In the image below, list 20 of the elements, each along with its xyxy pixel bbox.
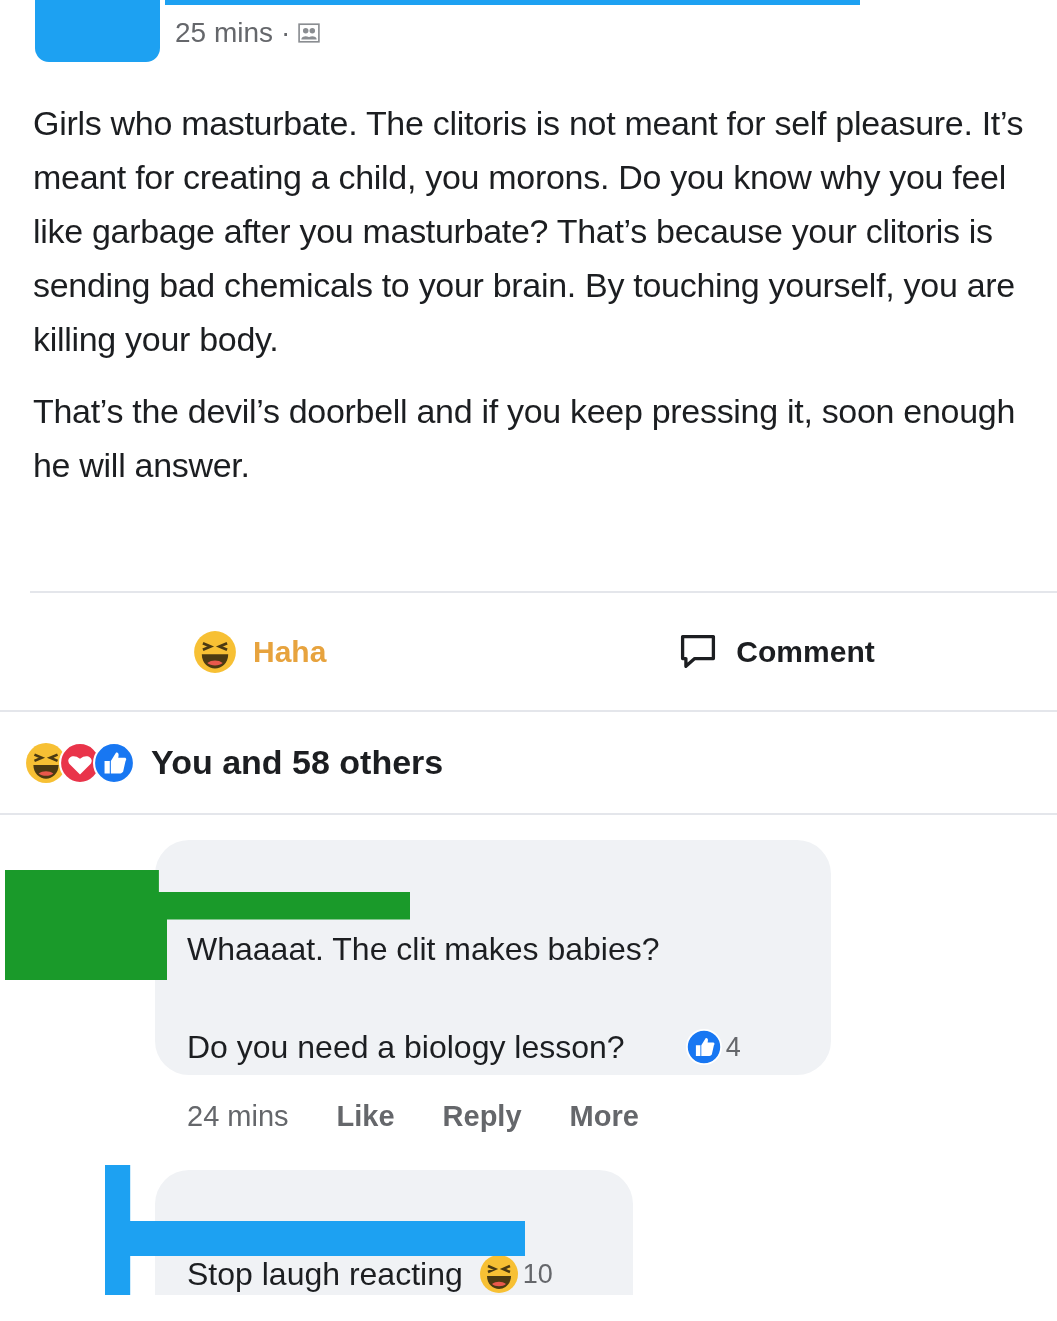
post-time[interactable]: 25 mins bbox=[175, 12, 274, 54]
comment-action-link[interactable]: Reply bbox=[442, 1095, 522, 1139]
like-icon bbox=[93, 741, 135, 784]
comment-text: Do you need a biology lesson? bbox=[187, 1028, 625, 1067]
like-icon bbox=[685, 1029, 722, 1065]
haha-icon bbox=[478, 1254, 519, 1294]
reaction-summary[interactable]: You and 58 others bbox=[151, 737, 444, 788]
comment-button[interactable]: Comment bbox=[676, 629, 875, 674]
comment-text: Stop laugh reacting bbox=[187, 1255, 463, 1294]
haha-icon bbox=[193, 629, 237, 674]
comment-action-link[interactable]: Like bbox=[336, 1095, 395, 1139]
audience-icon bbox=[298, 22, 321, 44]
comment-text: Whaaaat. The clit makes babies? bbox=[187, 930, 660, 969]
post-text: That’s the devil’s doorbell and if you keep pressing it, soon enough he will answer. bbox=[33, 391, 1016, 486]
separator-dot: · bbox=[281, 16, 291, 50]
post-text: Girls who masturbate. The clitoris is not meant for self pleasure. It’s meant for creating a child, you morons. Do you know why you feel like garbage after you masturbate? That’s because your clitoris is sending bad chemicals to your brain. By touching yourself, you are killing your body. bbox=[33, 103, 1025, 360]
comment-time[interactable]: 24 mins bbox=[187, 1095, 289, 1139]
reaction-count: 4 bbox=[725, 1030, 741, 1064]
reaction-count: 10 bbox=[522, 1257, 553, 1291]
comment-action-link[interactable]: More bbox=[569, 1095, 639, 1139]
